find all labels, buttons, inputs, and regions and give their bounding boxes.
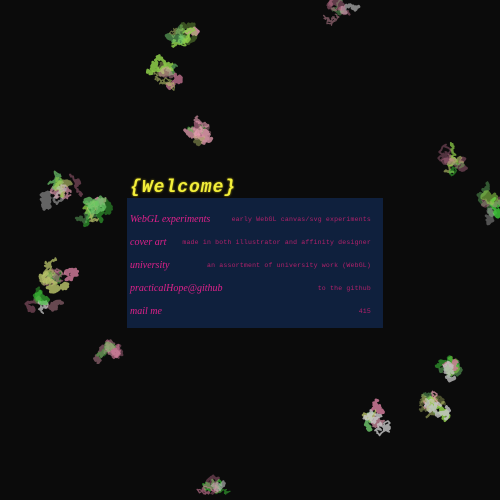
link-row[interactable]: practicalHope@github to the github <box>127 279 383 299</box>
scribble-stroke <box>179 22 198 46</box>
scribble-stroke <box>39 190 53 211</box>
scribble-stroke <box>442 360 457 383</box>
link-row[interactable]: cover art made in both illustrator and a… <box>127 233 383 253</box>
link-row[interactable]: university an assortment of university w… <box>127 256 383 276</box>
scribble-stroke <box>370 398 385 415</box>
link-description: 415 <box>358 308 371 315</box>
scribble-stroke <box>484 207 495 226</box>
link-description: early WebGL canvas/svg experiments <box>231 216 371 223</box>
link-row[interactable]: WebGL experiments early WebGL canvas/svg… <box>127 210 383 230</box>
scribble-stroke <box>63 267 80 282</box>
link-name[interactable]: practicalHope@github <box>130 283 223 294</box>
page-title: {Welcome} <box>130 178 237 198</box>
link-description: an assortment of university work (WebGL) <box>206 262 371 269</box>
link-name[interactable]: cover art <box>130 237 166 248</box>
scribble-stroke <box>158 66 175 79</box>
link-row[interactable]: mail me 415 <box>127 302 383 322</box>
link-description: to the github <box>317 285 371 292</box>
link-name[interactable]: mail me <box>130 306 162 317</box>
scribble-stroke <box>322 13 340 26</box>
link-name[interactable]: WebGL experiments <box>130 214 210 225</box>
link-panel: WebGL experiments early WebGL canvas/svg… <box>127 198 383 328</box>
link-description: made in both illustrator and affinity de… <box>182 239 371 246</box>
scribble-stroke <box>164 33 186 45</box>
link-name[interactable]: university <box>130 260 169 271</box>
scribble-stroke <box>437 143 454 164</box>
